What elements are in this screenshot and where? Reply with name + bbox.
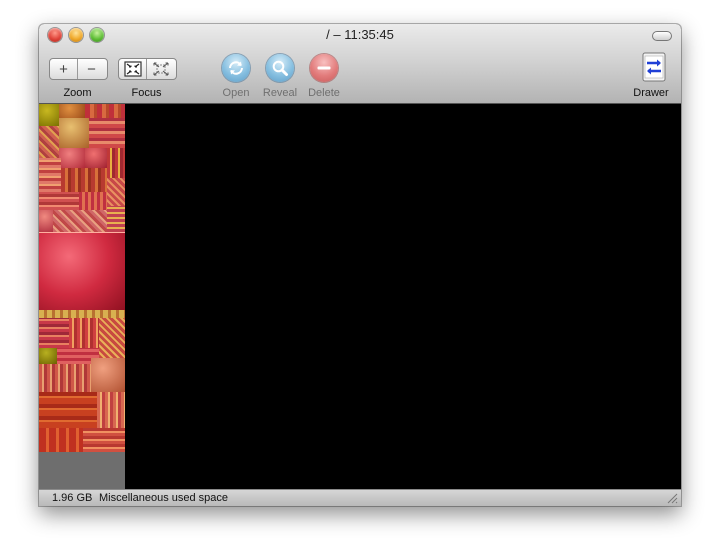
open-icon (229, 61, 243, 75)
open-label: Open (222, 87, 250, 99)
title-toolbar: / – 11:35:45 + − Zoom Focus Open Reveal … (39, 24, 681, 104)
app-window: / – 11:35:45 + − Zoom Focus Open Reveal … (39, 24, 681, 506)
delete-button[interactable] (310, 54, 338, 82)
zoom-in-icon: + (59, 60, 68, 78)
toolbar-toggle-button[interactable] (652, 31, 672, 41)
reveal-button[interactable] (266, 54, 294, 82)
drawer-button[interactable] (641, 52, 667, 82)
resize-grip-icon[interactable] (667, 493, 678, 504)
open-button[interactable] (222, 54, 250, 82)
main-canvas (125, 104, 681, 490)
focus-out-button[interactable] (146, 59, 174, 79)
status-size: 1.96 GB (52, 492, 93, 504)
zoom-out-icon: − (87, 60, 96, 78)
delete-icon (317, 66, 331, 70)
focus-out-icon (153, 62, 168, 76)
zoom-label: Zoom (63, 87, 92, 99)
window-title: / – 11:35:45 (326, 27, 394, 42)
zoom-in-button[interactable]: + (50, 59, 77, 79)
reveal-label: Reveal (262, 87, 298, 99)
status-bar: 1.96 GB Miscellaneous used space (39, 489, 681, 506)
magnifier-icon (272, 60, 288, 76)
drawer-toggle-icon (642, 52, 666, 82)
delete-label: Delete (308, 87, 340, 99)
drawer-label: Drawer (633, 87, 669, 99)
focus-label: Focus (131, 87, 162, 99)
zoom-control: + − (49, 58, 108, 80)
zoom-out-button[interactable]: − (77, 59, 105, 79)
focus-control (118, 58, 177, 80)
focus-in-icon (123, 61, 142, 77)
treemap-view[interactable] (39, 104, 125, 452)
status-description: Miscellaneous used space (99, 492, 229, 504)
focus-in-button[interactable] (119, 59, 146, 79)
treemap-panel (39, 104, 125, 490)
